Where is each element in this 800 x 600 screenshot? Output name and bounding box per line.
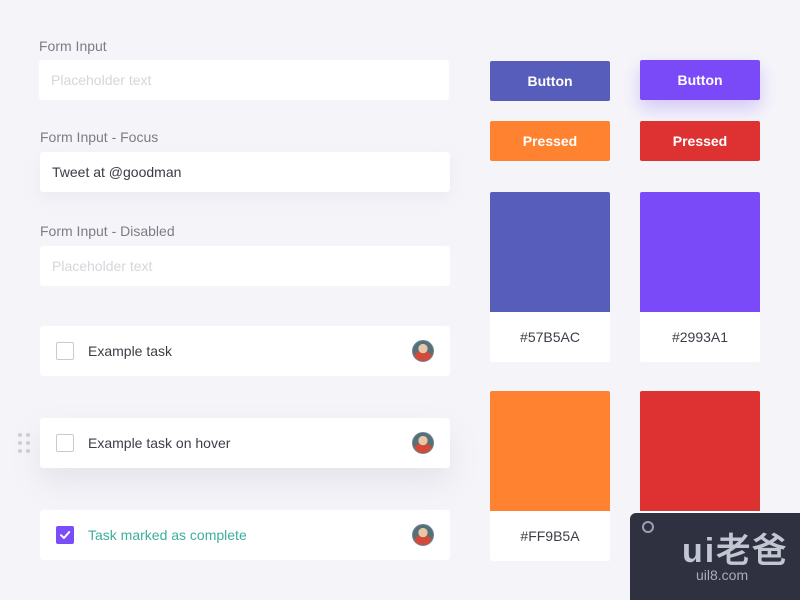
- swatch-fill: [640, 192, 760, 312]
- watermark-logo: ui老爸: [682, 532, 789, 570]
- form-input[interactable]: [39, 60, 449, 100]
- form-input-disabled: [40, 246, 450, 286]
- form-input-disabled-label: Form Input - Disabled: [40, 223, 175, 239]
- swatch-fill: [490, 391, 610, 511]
- task-item-hover[interactable]: Example task on hover: [40, 418, 450, 468]
- pressed-button-red[interactable]: Pressed: [640, 121, 760, 161]
- swatch-code: #57B5AC: [520, 329, 580, 345]
- watermark-dot-icon: [642, 521, 654, 533]
- color-swatch: #FF9B5A: [490, 391, 610, 561]
- watermark-url: uil8.com: [696, 567, 749, 583]
- swatch-code: #FF9B5A: [520, 528, 580, 544]
- task-label: Example task on hover: [88, 435, 231, 451]
- swatch-fill: [640, 391, 760, 511]
- avatar: [412, 524, 434, 546]
- task-checkbox[interactable]: [56, 434, 74, 452]
- swatch-code: #2993A1: [671, 329, 729, 345]
- drag-handle-icon[interactable]: [17, 432, 31, 454]
- avatar: [412, 340, 434, 362]
- task-checkbox[interactable]: [56, 342, 74, 360]
- pressed-button-orange[interactable]: Pressed: [490, 121, 610, 161]
- primary-button[interactable]: Button: [490, 61, 610, 101]
- task-label: Task marked as complete: [88, 527, 247, 543]
- form-input-focus-label: Form Input - Focus: [40, 129, 159, 145]
- swatch-fill: [490, 192, 610, 312]
- form-input-focus[interactable]: [40, 152, 450, 192]
- color-swatch: #2993A1: [640, 192, 760, 362]
- watermark: ui老爸 uil8.com: [630, 513, 800, 600]
- avatar: [412, 432, 434, 454]
- check-icon: [60, 531, 71, 539]
- form-input-label: Form Input: [39, 38, 107, 54]
- task-item-complete[interactable]: Task marked as complete: [40, 510, 450, 560]
- task-item[interactable]: Example task: [40, 326, 450, 376]
- secondary-button[interactable]: Button: [640, 60, 760, 100]
- task-checkbox-checked[interactable]: [56, 526, 74, 544]
- task-label: Example task: [88, 343, 173, 359]
- color-swatch: #57B5AC: [490, 192, 610, 362]
